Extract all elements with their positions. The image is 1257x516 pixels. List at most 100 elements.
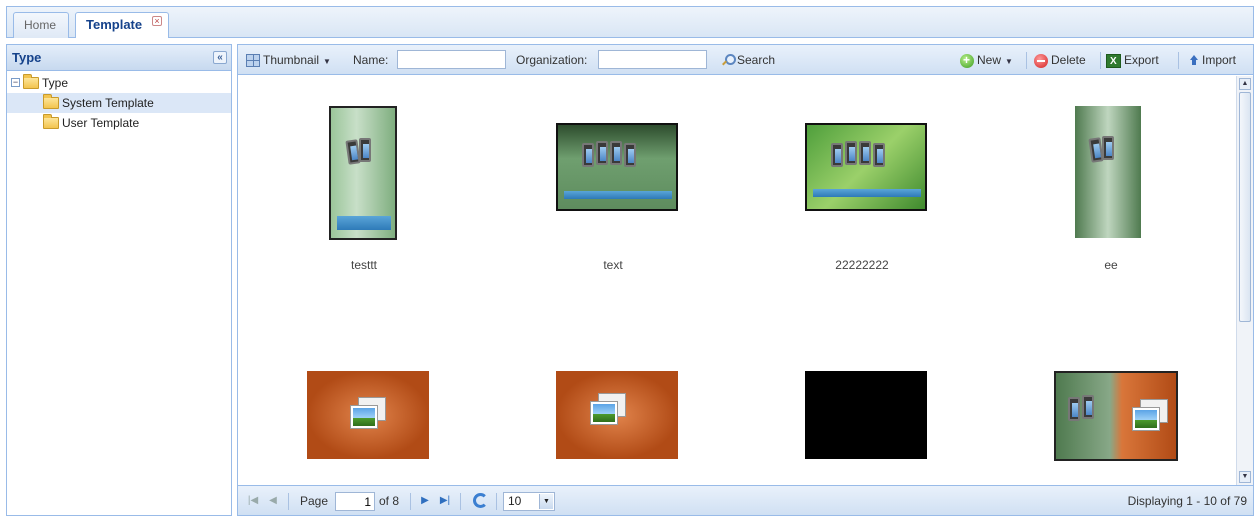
- template-card[interactable]: 22222222: [772, 76, 952, 276]
- template-card[interactable]: [523, 346, 703, 466]
- template-card[interactable]: [1021, 346, 1201, 466]
- image-icon: [1132, 399, 1168, 431]
- import-icon: [1189, 54, 1199, 67]
- organization-label: Organization:: [516, 53, 588, 67]
- film-icon: [345, 138, 383, 166]
- new-button-label: New: [977, 53, 1002, 67]
- page-number-input[interactable]: [335, 492, 375, 511]
- chevron-down-icon[interactable]: ▼: [539, 494, 553, 509]
- tree-node-user-template[interactable]: User Template: [7, 113, 231, 133]
- name-input[interactable]: [397, 50, 506, 69]
- tab-strip: Home Template ×: [6, 6, 1254, 38]
- template-thumbnail[interactable]: [307, 371, 429, 459]
- page-label: Page: [300, 494, 329, 508]
- template-name: text: [603, 258, 623, 272]
- text-bar: [813, 189, 921, 197]
- tree-node-label: System Template: [62, 96, 154, 110]
- film-icon: [1068, 395, 1104, 423]
- template-thumbnail[interactable]: [1075, 106, 1141, 238]
- delete-button[interactable]: Delete: [1034, 52, 1086, 70]
- thumbnail-view-icon: [246, 54, 260, 68]
- delete-icon: [1034, 53, 1048, 68]
- first-page-icon[interactable]: |◀: [246, 494, 260, 508]
- template-name: ee: [1104, 258, 1118, 272]
- folder-icon: [43, 94, 59, 109]
- image-icon: [590, 393, 626, 425]
- search-button[interactable]: Search: [721, 52, 775, 70]
- template-thumbnail[interactable]: [329, 106, 397, 240]
- delete-button-label: Delete: [1051, 53, 1086, 67]
- template-card[interactable]: [274, 346, 454, 466]
- template-thumbnail[interactable]: [556, 371, 678, 459]
- page-count: of 8: [379, 494, 400, 508]
- search-icon: [721, 54, 736, 67]
- pager-separator: [288, 493, 289, 510]
- collapse-panel-button[interactable]: «: [213, 51, 227, 64]
- template-card[interactable]: ee: [1021, 76, 1201, 276]
- page-size-value: 10: [508, 494, 522, 508]
- new-button[interactable]: New▼: [960, 52, 1013, 70]
- next-page-icon[interactable]: ▶: [418, 494, 432, 508]
- vertical-scrollbar[interactable]: ▲ ▼: [1236, 76, 1253, 485]
- toolbar-separator: [1178, 52, 1179, 69]
- search-button-label: Search: [737, 53, 776, 67]
- tree-node-system-template[interactable]: System Template: [7, 93, 231, 113]
- paging-toolbar: |◀ ◀ Page of 8 ▶ ▶| 10 ▼ Displaying 1 - …: [238, 485, 1253, 515]
- template-thumbnail[interactable]: [556, 123, 678, 211]
- scroll-up-icon[interactable]: ▲: [1239, 78, 1251, 90]
- template-name: testtt: [350, 258, 377, 272]
- toolbar-separator: [1100, 52, 1101, 69]
- template-card[interactable]: [772, 346, 952, 466]
- export-button-label: Export: [1124, 53, 1159, 67]
- tab-template[interactable]: Template ×: [75, 12, 169, 38]
- template-name: 22222222: [835, 258, 889, 272]
- display-info: Displaying 1 - 10 of 79: [1127, 494, 1247, 508]
- tab-home-label: Home: [24, 18, 57, 32]
- image-icon: [350, 397, 386, 429]
- template-thumbnail[interactable]: [1054, 371, 1178, 461]
- pager-separator: [410, 493, 411, 510]
- film-icon: [1088, 136, 1126, 164]
- name-label: Name:: [353, 53, 389, 67]
- previous-page-icon[interactable]: ◀: [266, 494, 280, 508]
- type-panel: Type « − Type System Template User Templ…: [6, 44, 232, 516]
- last-page-icon[interactable]: ▶|: [438, 494, 452, 508]
- template-panel: Thumbnail▼ Name: Organization: Search Ne…: [237, 44, 1254, 516]
- toolbar-separator: [1026, 52, 1027, 69]
- page-size-select[interactable]: 10 ▼: [503, 492, 555, 511]
- close-icon[interactable]: ×: [152, 16, 162, 26]
- folder-icon: [43, 114, 59, 129]
- template-grid: testtt text 22222222 ee: [238, 76, 1236, 485]
- type-panel-header: Type «: [7, 45, 231, 71]
- template-thumbnail[interactable]: [805, 123, 927, 211]
- refresh-icon[interactable]: [473, 493, 488, 508]
- excel-icon: [1106, 53, 1121, 70]
- organization-input[interactable]: [598, 50, 707, 69]
- tab-template-label: Template: [86, 17, 143, 32]
- type-panel-title: Type: [12, 50, 42, 65]
- pager-separator: [496, 493, 497, 510]
- pager-separator: [460, 493, 461, 510]
- tab-home[interactable]: Home: [13, 12, 69, 38]
- template-card[interactable]: text: [523, 76, 703, 276]
- type-tree: − Type System Template User Template: [7, 71, 231, 133]
- import-button[interactable]: Import: [1189, 52, 1236, 70]
- scroll-down-icon[interactable]: ▼: [1239, 471, 1251, 483]
- toolbar: Thumbnail▼ Name: Organization: Search Ne…: [238, 45, 1253, 75]
- tree-node-label: Type: [42, 76, 69, 90]
- template-thumbnail[interactable]: [805, 371, 927, 459]
- template-card[interactable]: testtt: [274, 76, 454, 276]
- export-button[interactable]: Export: [1106, 52, 1159, 70]
- collapse-tree-icon[interactable]: −: [11, 78, 20, 87]
- tree-node-type[interactable]: − Type: [7, 73, 231, 93]
- text-bar: [564, 191, 672, 199]
- add-icon: [960, 52, 974, 68]
- view-mode-button[interactable]: Thumbnail ▼: [246, 52, 331, 70]
- folder-icon: [23, 74, 39, 89]
- chevron-down-icon: ▼: [323, 57, 331, 66]
- scrollbar-thumb[interactable]: [1239, 92, 1251, 322]
- view-mode-label: Thumbnail: [263, 53, 320, 67]
- text-bar: [337, 216, 391, 230]
- import-button-label: Import: [1202, 53, 1237, 67]
- film-icon: [582, 141, 662, 169]
